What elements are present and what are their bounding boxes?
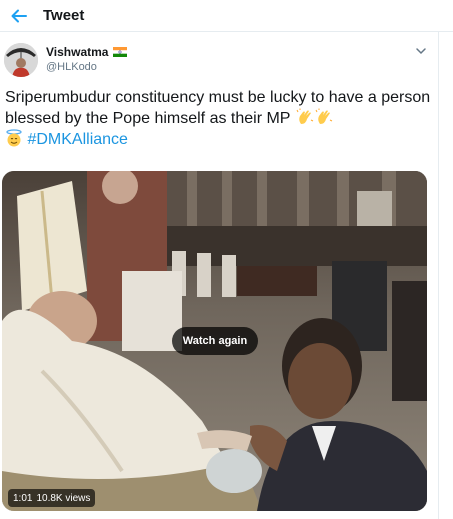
back-button[interactable] [8, 5, 30, 27]
column-divider [438, 32, 439, 519]
hashtag-link[interactable]: #DMKAlliance [27, 131, 127, 148]
watch-again-button[interactable]: Watch again [172, 327, 258, 355]
page-title: Tweet [43, 7, 85, 24]
author-name[interactable]: Vishwatma [46, 45, 128, 59]
smiling-face-with-halo-icon [6, 129, 22, 147]
chevron-down-icon[interactable] [414, 44, 428, 58]
clapping-hands-icon [315, 108, 332, 124]
author-handle[interactable]: @HLKodo [46, 61, 97, 73]
top-bar: Tweet [0, 0, 453, 32]
video-stats-badge: 1:01 10.8K views [8, 489, 96, 507]
tweet-text: Sriperumbudur constituency must be lucky… [5, 87, 435, 150]
author-name-text: Vishwatma [46, 45, 109, 59]
video-views: 10.8K views [36, 492, 91, 504]
tweet-text-body: Sriperumbudur constituency must be lucky… [5, 89, 431, 127]
video-duration: 1:01 [13, 492, 33, 504]
arrow-left-icon [11, 9, 27, 23]
video-player[interactable]: Watch again 1:01 10.8K views [2, 171, 427, 511]
avatar[interactable] [4, 43, 38, 77]
clapping-hands-icon [296, 108, 313, 124]
india-flag-icon [113, 47, 128, 57]
